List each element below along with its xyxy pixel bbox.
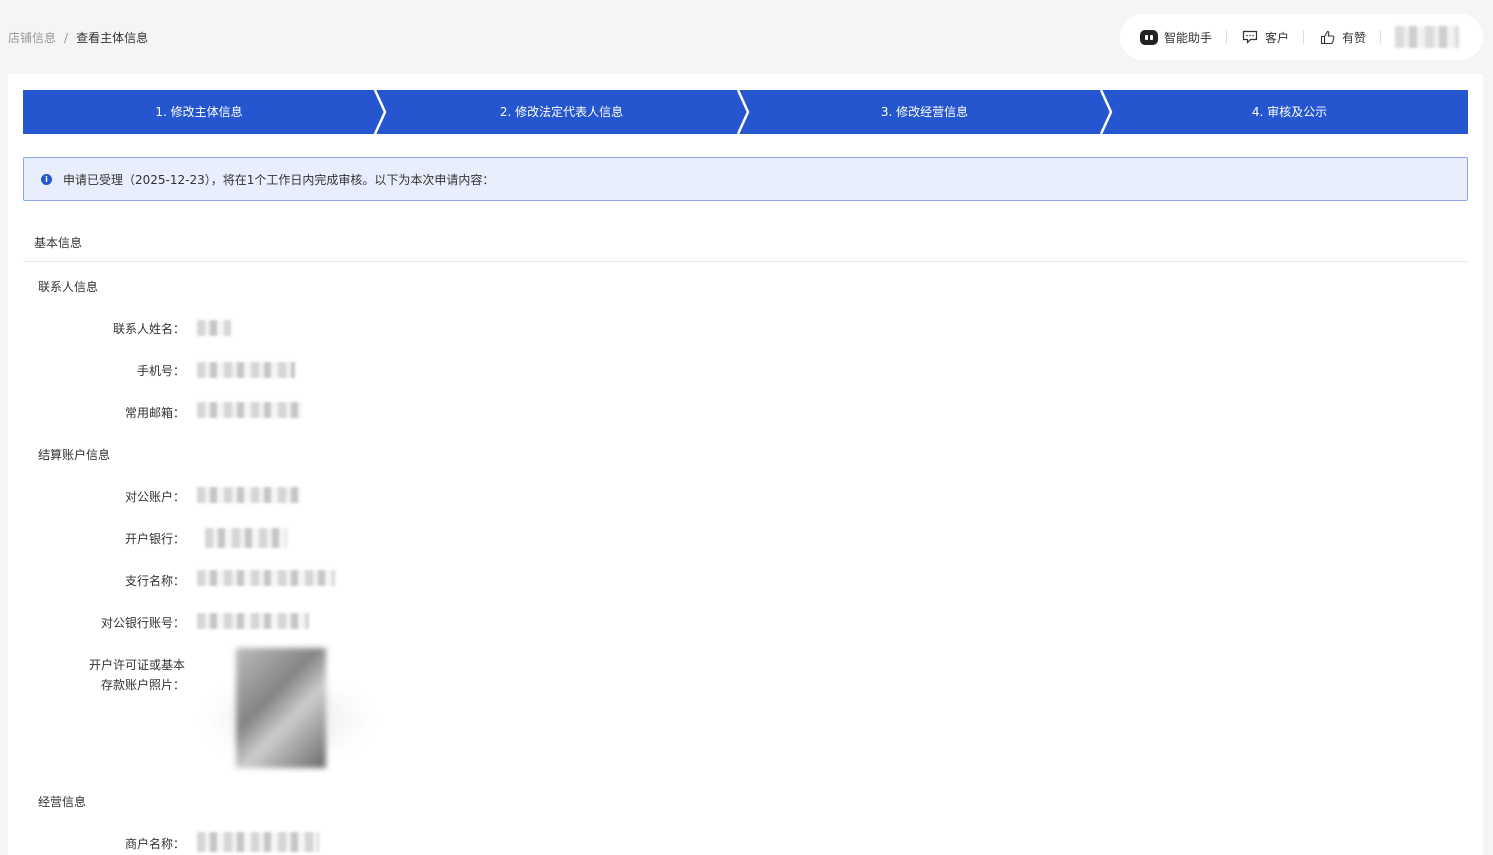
branch-value [197,570,335,586]
step-4: 4. 审核及公示 [1251,105,1328,119]
bank-label: 开户银行： [124,532,185,546]
youzan-label: 有赞 [1342,30,1367,45]
step-2: 2. 修改法定代表人信息 [499,105,624,119]
youzan-button[interactable]: 有赞 [1318,28,1366,46]
chat-icon [1241,28,1259,46]
customer-label: 客户 [1265,30,1290,45]
corporate-account-value [197,487,301,503]
email-label: 常用邮箱： [124,406,185,420]
settlement-info-title: 结算账户信息 [38,448,111,462]
breadcrumb: 店铺信息 / 查看主体信息 [8,29,148,46]
step-3: 3. 修改经营信息 [880,105,969,119]
user-avatar[interactable] [1395,26,1460,48]
customer-button[interactable]: 客户 [1241,28,1289,46]
breadcrumb-current: 查看主体信息 [76,31,149,45]
robot-icon [1140,28,1158,46]
toolbar-divider [1380,30,1382,44]
contact-name-label: 联系人姓名： [112,322,185,336]
application-notice: i 申请已受理（2025-12-23），将在1个工作日内完成审核。以下为本次申请… [23,157,1468,201]
merchant-name-label: 商户名称： [124,837,185,851]
notice-text: 申请已受理（2025-12-23），将在1个工作日内完成审核。以下为本次申请内容… [63,172,495,187]
thumbs-up-icon [1318,28,1336,46]
breadcrumb-separator: / [64,30,69,45]
basic-info-title: 基本信息 [34,236,83,250]
main-card: 1. 修改主体信息 2. 修改法定代表人信息 3. 修改经营信息 4. 审核及公… [8,74,1483,855]
bank-value [205,528,287,548]
step-progress-bar: 1. 修改主体信息 2. 修改法定代表人信息 3. 修改经营信息 4. 审核及公… [23,90,1468,134]
phone-value [197,362,295,378]
merchant-name-value [197,832,319,852]
top-bar: 店铺信息 / 查看主体信息 智能助手 客户 有赞 [0,0,1493,74]
email-value [197,402,302,418]
toolbar-divider [1303,30,1305,44]
bank-account-no-label: 对公银行账号： [100,616,185,630]
contact-name-value [197,320,231,336]
assistant-label: 智能助手 [1164,30,1213,45]
branch-label: 支行名称： [124,574,185,588]
business-info-title: 经营信息 [38,795,87,809]
license-photo-label-line2: 存款账户照片： [100,678,185,692]
section-divider [23,261,1468,262]
info-icon: i [41,173,52,185]
contact-info-title: 联系人信息 [38,280,99,294]
license-photo-label-line1: 开户许可证或基本 [88,658,185,672]
toolbar-divider [1226,30,1228,44]
breadcrumb-parent-link[interactable]: 店铺信息 [8,29,56,46]
license-photo-thumbnail[interactable] [236,648,326,768]
header-toolbar: 智能助手 客户 有赞 [1120,14,1483,60]
assistant-button[interactable]: 智能助手 [1140,28,1212,46]
corporate-account-label: 对公账户： [124,490,185,504]
step-1: 1. 修改主体信息 [155,105,243,119]
bank-account-no-value [197,613,309,629]
phone-label: 手机号： [136,364,185,378]
